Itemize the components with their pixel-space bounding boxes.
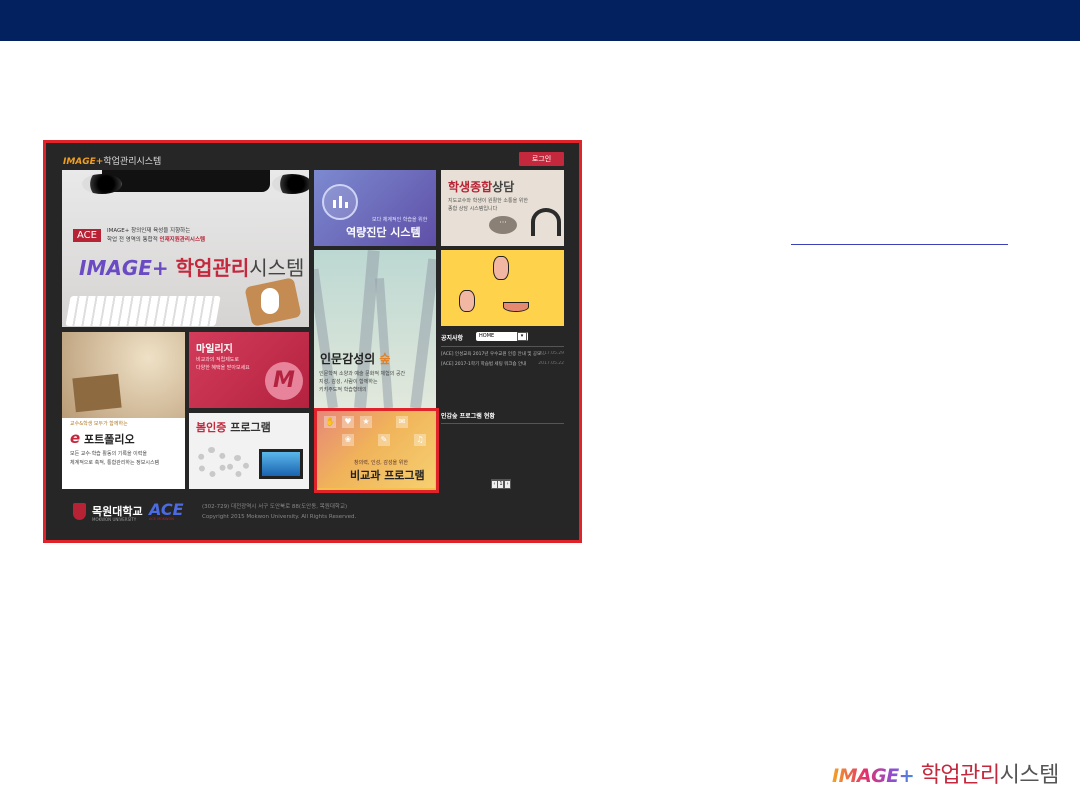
notice-item[interactable]: 2017.05.29 [ACE] 인성교육 2017년 우수교원 인증 안내 및 …	[441, 351, 564, 357]
portfolio-tile[interactable]: 교수&학생 모두가 함께하는 e 포트폴리오 모든 교수·학습 활동의 기록을 …	[62, 332, 185, 489]
portfolio-tagline: 교수&학생 모두가 함께하는	[70, 421, 128, 427]
speaker-left-icon	[82, 174, 122, 194]
portfolio-title: e 포트폴리오	[70, 429, 135, 447]
ace-tag: ACE	[73, 229, 101, 242]
university-emblem-icon	[73, 503, 86, 520]
login-button[interactable]: 로그인	[519, 152, 564, 166]
monitor-image	[102, 170, 270, 192]
notice-category-select[interactable]: HOME	[476, 332, 528, 341]
tree-trunk-illustration	[410, 258, 436, 408]
portfolio-image	[62, 332, 185, 418]
headset-icon	[531, 208, 561, 236]
monitor-icon	[259, 449, 303, 479]
footer-address: (302-729) 대전광역시 서구 도안북로 88(도안동, 목원대학교) C…	[202, 504, 357, 520]
character-face-icon	[459, 290, 475, 312]
forest-title: 인문감성의 숲	[320, 352, 391, 366]
prev-arrow-icon[interactable]: ‹	[491, 480, 497, 488]
ace-logo-sub: ACE MOKWON	[149, 517, 174, 521]
mileage-title: 마일리지	[196, 344, 233, 355]
top-header-bar	[0, 0, 1080, 41]
bom-title: 봄인증 프로그램	[196, 421, 271, 434]
university-name-en: MOKWON UNIVERSITY	[92, 517, 137, 522]
forest-desc: 인문학적 소양과 예술 문화적 체험의 공간 지성, 감성, 사람이 함께하는 …	[319, 371, 406, 393]
counseling-desc: 지도교수와 학생이 원활한 소통을 위한 종합 상담 시스템입니다	[448, 198, 528, 212]
pager[interactable]: ‹ 1 ›	[491, 479, 511, 489]
competency-subtitle: 보다 체계적인 학습을 위한	[372, 217, 428, 223]
underline-decoration	[791, 244, 1008, 245]
gear-icon	[227, 455, 249, 477]
mouse-image	[261, 288, 279, 314]
notice-panel: 공지사항 HOME 2017.05.29[ACE] 인성교육 2017년 우수교…	[441, 332, 564, 424]
divider	[441, 423, 564, 424]
competency-title: 역량진단 시스템	[346, 226, 421, 239]
hero-subtitle: IMAGE+ 창의인재 육성을 지향하는 학업 전 영역의 통합적 인재지원관리…	[107, 228, 206, 243]
bom-certification-tile[interactable]: 봄인증 프로그램	[189, 413, 309, 489]
chart-board-icon	[322, 184, 358, 220]
system-logo[interactable]: IMAGE+학업관리시스템	[63, 154, 161, 167]
page-number[interactable]: 1	[498, 480, 504, 488]
competency-diagnosis-tile[interactable]: 보다 체계적인 학습을 위한 역량진단 시스템	[314, 170, 436, 246]
program-status-heading: 인감숲 프로그램 현황	[441, 413, 495, 420]
mileage-tile[interactable]: 마일리지 비교과의 적립제도로 다양한 혜택을 받아보세요 M	[189, 332, 309, 408]
speaker-right-icon	[272, 174, 309, 194]
keyboard-image	[65, 296, 221, 326]
counseling-title: 학생종합상담	[448, 180, 515, 194]
brand-logo: IMAGE+ 학업관리시스템	[832, 763, 1059, 788]
hero-tile[interactable]: ACE IMAGE+ 창의인재 육성을 지향하는 학업 전 영역의 통합적 인재…	[62, 170, 309, 327]
portfolio-desc: 모든 교수·학습 활동의 기록을 이력을 체계적으로 축적, 통합관리하는 정보…	[70, 451, 160, 466]
character-face-icon	[493, 256, 509, 280]
character-face-icon	[503, 302, 529, 312]
divider	[441, 346, 564, 347]
character-illustration-tile[interactable]	[441, 250, 564, 326]
highlight-box	[314, 408, 439, 493]
notice-item[interactable]: 2017.05.22 [ACE] 2017-1학기 학습법 세팅 워크숍 안내	[441, 361, 564, 367]
gear-icon	[197, 447, 227, 477]
student-counseling-tile[interactable]: 학생종합상담 지도교수와 학생이 원활한 소통을 위한 종합 상담 시스템입니다…	[441, 170, 564, 246]
mileage-desc: 비교과의 적립제도로 다양한 혜택을 받아보세요	[196, 357, 250, 371]
humanities-forest-tile[interactable]: 인문감성의 숲 인문학적 소양과 예술 문화적 체험의 공간 지성, 감성, 사…	[314, 250, 436, 408]
screenshot-frame: IMAGE+학업관리시스템 로그인 ACE IMAGE+ 창의인재 육성을 지향…	[43, 140, 582, 543]
speech-bubble-icon: ···	[489, 216, 517, 234]
book-icon	[72, 373, 122, 413]
mileage-m-icon: M	[265, 362, 303, 400]
hero-title: IMAGE+ 학업관리시스템	[79, 256, 305, 280]
next-arrow-icon[interactable]: ›	[505, 480, 511, 488]
